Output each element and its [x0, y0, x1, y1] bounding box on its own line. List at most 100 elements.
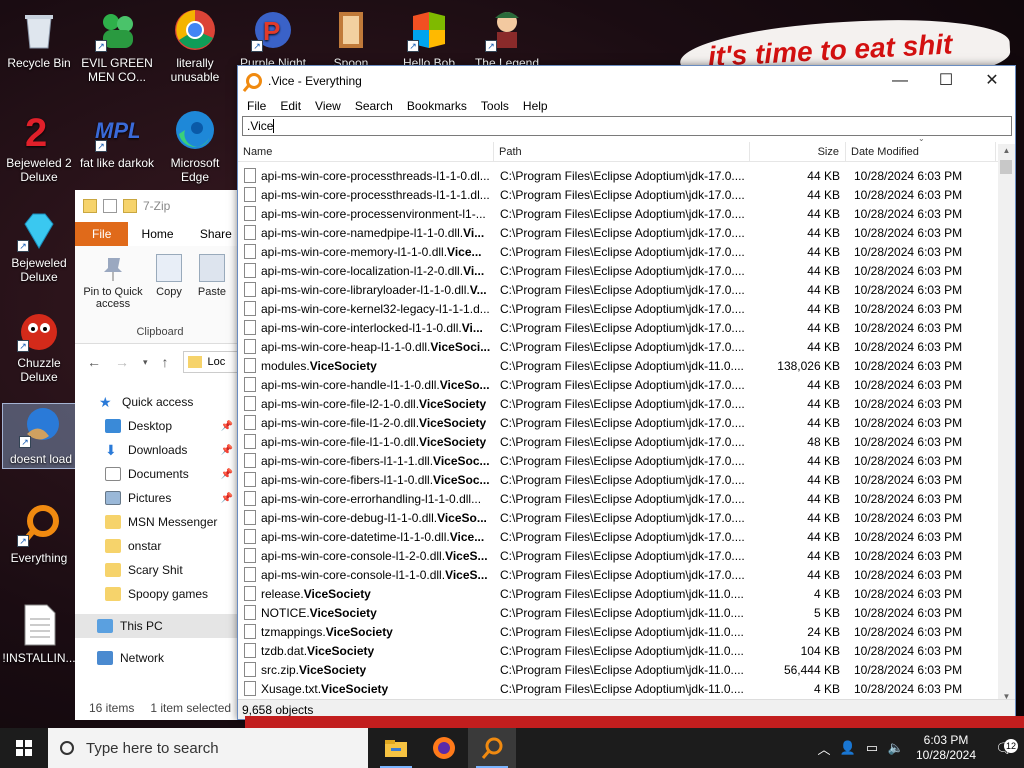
up-arrow-icon[interactable]: ↑ [162, 354, 169, 370]
list-item[interactable]: api-ms-win-core-errorhandling-l1-1-0.dll… [238, 489, 998, 508]
desktop-icon-doesnt-load[interactable]: ↗ doesnt load [2, 403, 80, 469]
menu-file[interactable]: File [240, 96, 273, 116]
list-item[interactable]: api-ms-win-core-fibers-l1-1-1.dll.ViceSo… [238, 451, 998, 470]
people-icon[interactable]: 👤 [836, 740, 860, 756]
maximize-icon[interactable]: ☐ [923, 66, 969, 96]
scroll-up-icon[interactable]: ▲ [998, 144, 1015, 158]
list-item[interactable]: api-ms-win-core-processthreads-l1-1-1.dl… [238, 185, 998, 204]
name-plain: api-ms-win-core-file-l1-1-0.dll. [261, 434, 420, 449]
list-item[interactable]: tzdb.dat.ViceSociety C:\Program Files\Ecl… [238, 641, 998, 660]
taskbar-file-explorer[interactable] [372, 728, 420, 768]
column-path[interactable]: Path [494, 142, 750, 161]
tab-home[interactable]: Home [128, 222, 186, 246]
volume-icon[interactable]: 🔈 [884, 740, 908, 756]
nav-pictures[interactable]: Pictures 📌 [75, 486, 245, 510]
desktop-icon-spoon[interactable]: Spoon [312, 8, 390, 70]
address-bar[interactable]: Loc [182, 351, 243, 373]
list-item[interactable]: api-ms-win-core-file-l1-1-0.dll.ViceSoci… [238, 432, 998, 451]
nav-scary-shit[interactable]: Scary Shit [75, 558, 245, 582]
desktop-icon-bejeweled-2[interactable]: 2 Bejeweled 2 Deluxe [0, 108, 78, 184]
desktop-icon-hello-bob[interactable]: ↗ Hello Bob [390, 8, 468, 70]
list-item[interactable]: release.ViceSociety C:\Program Files\Ecli… [238, 584, 998, 603]
copy-button[interactable]: Copy [153, 254, 185, 298]
minimize-icon[interactable]: — [877, 66, 923, 96]
list-item[interactable]: api-ms-win-core-console-l1-1-0.dll.ViceS… [238, 565, 998, 584]
desktop-icon-the-legend[interactable]: ↗ The Legend [468, 8, 546, 70]
list-item[interactable]: api-ms-win-core-libraryloader-l1-1-0.dll… [238, 280, 998, 299]
menu-help[interactable]: Help [516, 96, 555, 116]
list-item[interactable]: api-ms-win-core-handle-l1-1-0.dll.ViceSo… [238, 375, 998, 394]
scroll-thumb[interactable] [1000, 160, 1012, 174]
list-item[interactable]: api-ms-win-core-file-l1-2-0.dll.ViceSoci… [238, 413, 998, 432]
menu-search[interactable]: Search [348, 96, 400, 116]
desktop-icon-chuzzle[interactable]: ↗ Chuzzle Deluxe [0, 308, 78, 384]
list-item[interactable]: api-ms-win-core-datetime-l1-1-0.dll.Vice… [238, 527, 998, 546]
checkbox-icon[interactable] [103, 199, 117, 213]
desktop-icon-microsoft-edge[interactable]: Microsoft Edge [156, 108, 234, 184]
nav-onstar[interactable]: onstar [75, 534, 245, 558]
menu-edit[interactable]: Edit [273, 96, 308, 116]
list-item[interactable]: api-ms-win-core-processthreads-l1-1-0.dl… [238, 166, 998, 185]
list-item[interactable]: api-ms-win-core-processenvironment-l1-..… [238, 204, 998, 223]
notification-center-button[interactable]: 🗨 12 [984, 738, 1024, 757]
nav-msn-messenger[interactable]: MSN Messenger [75, 510, 245, 534]
desktop-icon-everything[interactable]: ↗ Everything [0, 503, 78, 565]
desktop-icon-fat-like-darkok[interactable]: MPL ↗ fat like darkok [78, 108, 156, 170]
back-arrow-icon[interactable]: ← [87, 354, 101, 370]
taskbar-everything[interactable] [468, 728, 516, 768]
menu-tools[interactable]: Tools [474, 96, 516, 116]
nav-spoopy-games[interactable]: Spoopy games [75, 582, 245, 606]
list-item[interactable]: api-ms-win-core-memory-l1-1-0.dll.Vice..… [238, 242, 998, 261]
shortcut-arrow-icon: ↗ [95, 140, 107, 152]
windows-flag-icon: ↗ [407, 8, 451, 52]
forward-arrow-icon[interactable]: → [115, 354, 129, 370]
list-item[interactable]: api-ms-win-core-interlocked-l1-1-0.dll.V… [238, 318, 998, 337]
nav-this-pc[interactable]: This PC [75, 614, 245, 638]
clock[interactable]: 6:03 PM 10/28/2024 [908, 733, 984, 763]
nav-documents[interactable]: Documents 📌 [75, 462, 245, 486]
recent-dropdown-icon[interactable]: ▾ [143, 357, 148, 368]
list-item[interactable]: api-ms-win-core-heap-l1-1-0.dll.ViceSoci… [238, 337, 998, 356]
result-path: C:\Program Files\Eclipse Adoptium\jdk-17… [500, 282, 745, 297]
desktop-icon-evil-green-men[interactable]: ↗ EVIL GREEN MEN CO... [78, 8, 156, 84]
pin-to-quick-access-button[interactable]: Pin to Quick access [81, 254, 145, 310]
nav-network[interactable]: Network [75, 646, 245, 670]
list-item[interactable]: api-ms-win-core-kernel32-legacy-l1-1-1.d… [238, 299, 998, 318]
file-icon [244, 605, 256, 620]
paste-button[interactable]: Paste [195, 254, 229, 298]
nav-downloads[interactable]: ⬇ Downloads 📌 [75, 438, 245, 462]
list-item[interactable]: tzmappings.ViceSociety C:\Program Files\E… [238, 622, 998, 641]
list-item[interactable]: api-ms-win-core-file-l2-1-0.dll.ViceSoci… [238, 394, 998, 413]
column-name[interactable]: Name [238, 142, 494, 161]
desktop-icon-recycle-bin[interactable]: Recycle Bin [0, 8, 78, 70]
taskbar-search-box[interactable]: Type here to search [48, 728, 368, 768]
list-item[interactable]: NOTICE.ViceSociety C:\Program Files\Eclip… [238, 603, 998, 622]
list-item[interactable]: api-ms-win-core-fibers-l1-1-0.dll.ViceSo… [238, 470, 998, 489]
close-icon[interactable]: ✕ [969, 66, 1015, 96]
list-item[interactable]: src.zip.ViceSociety C:\Program Files\Ecli… [238, 660, 998, 679]
nav-desktop[interactable]: Desktop 📌 [75, 414, 245, 438]
desktop-icon-bejeweled[interactable]: ↗ Bejeweled Deluxe [0, 208, 78, 284]
chevron-up-icon[interactable]: ︿ [812, 739, 836, 758]
clipboard-icon [199, 254, 225, 282]
list-item[interactable]: api-ms-win-core-localization-l1-2-0.dll.… [238, 261, 998, 280]
list-item[interactable]: api-ms-win-core-console-l1-2-0.dll.ViceS… [238, 546, 998, 565]
start-button[interactable] [0, 728, 48, 768]
list-item[interactable]: api-ms-win-core-debug-l1-1-0.dll.ViceSo.… [238, 508, 998, 527]
desktop-icon-chrome[interactable]: literally unusable [156, 8, 234, 84]
vertical-scrollbar[interactable]: ▲ ▼ [998, 144, 1015, 704]
list-item[interactable]: api-ms-win-core-namedpipe-l1-1-0.dll.Vi.… [238, 223, 998, 242]
network-icon[interactable]: ▭ [860, 740, 884, 756]
menu-view[interactable]: View [308, 96, 348, 116]
list-item[interactable]: Xusage.txt.ViceSociety C:\Program Files\E… [238, 679, 998, 698]
taskbar-firefox[interactable] [420, 728, 468, 768]
search-input[interactable]: .Vice [242, 116, 1012, 136]
desktop-icon-installing[interactable]: !INSTALLIN... [0, 603, 78, 665]
column-date-modified[interactable]: Date Modified [846, 142, 996, 161]
tab-file[interactable]: File [75, 222, 129, 246]
menu-bookmarks[interactable]: Bookmarks [400, 96, 474, 116]
desktop-icon-purple-night[interactable]: P ↗ Purple Night [234, 8, 312, 70]
list-item[interactable]: modules.ViceSociety C:\Program Files\Ecli… [238, 356, 998, 375]
column-size[interactable]: Size [750, 142, 846, 161]
nav-quick-access[interactable]: ★ Quick access [75, 390, 245, 414]
